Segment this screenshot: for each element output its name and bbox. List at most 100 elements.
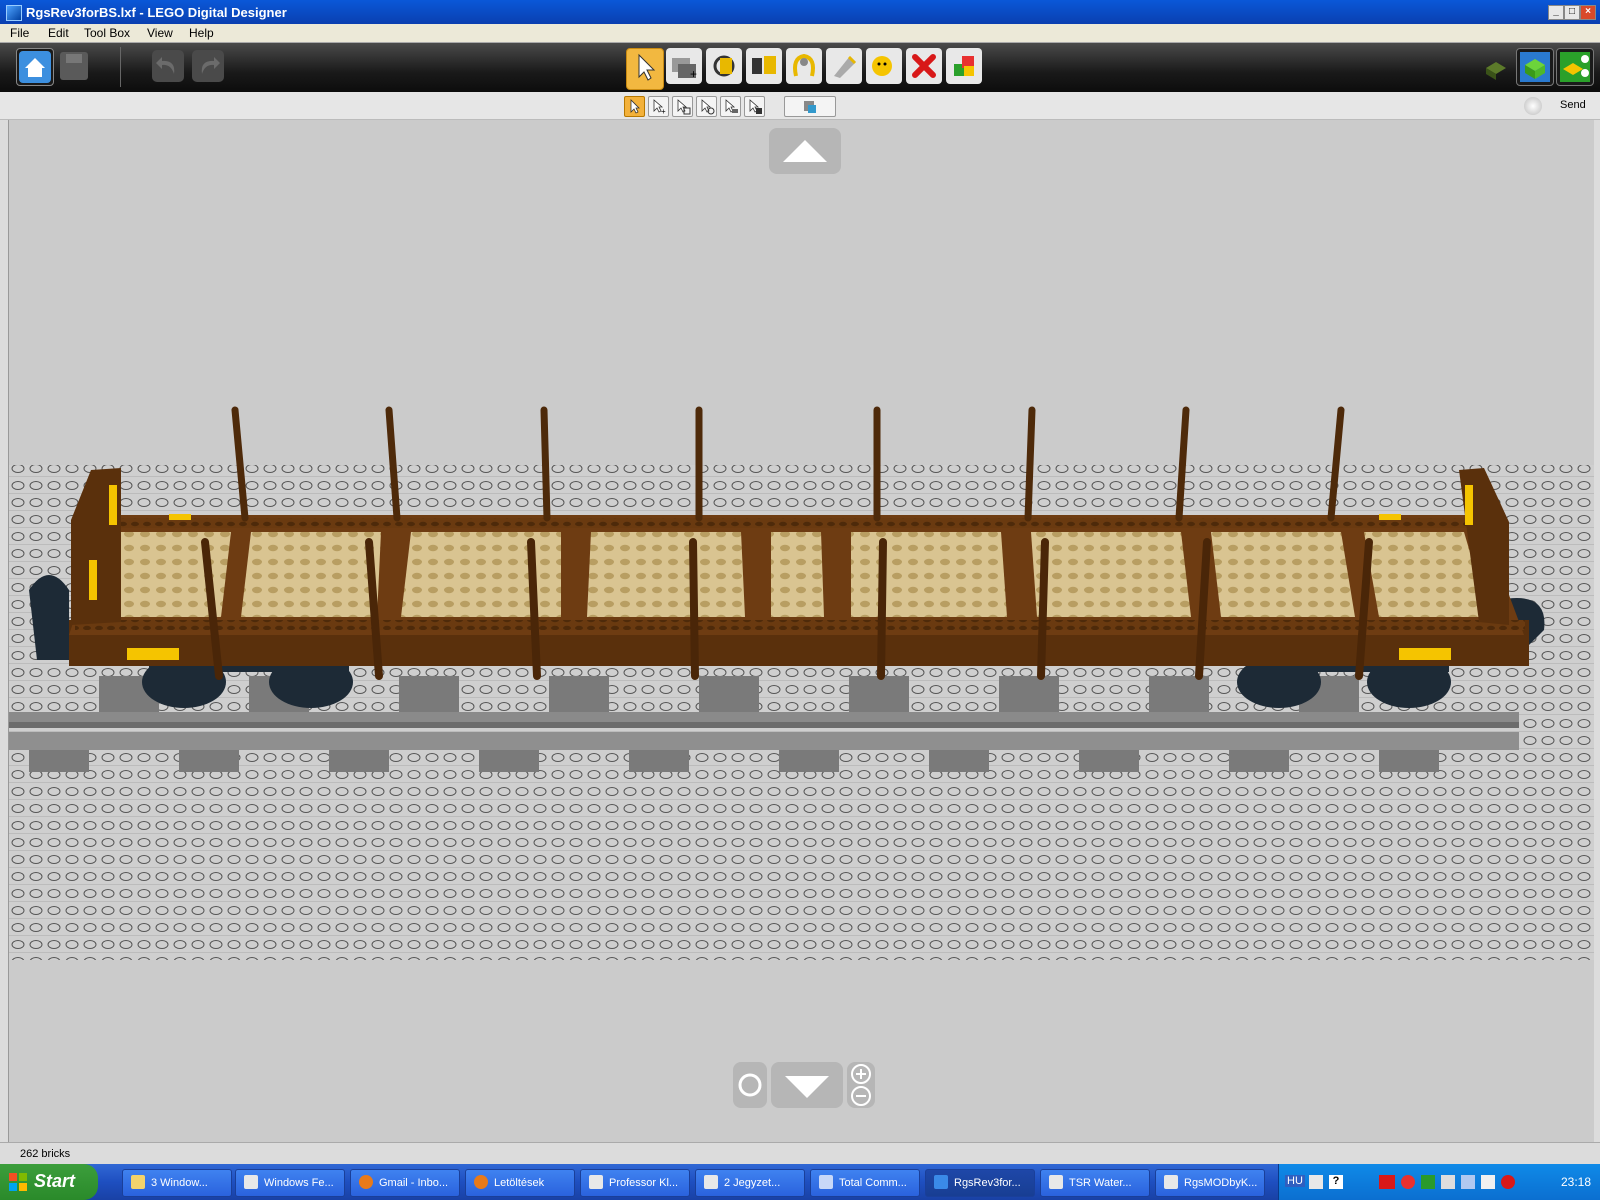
scene-canvas[interactable] [9, 120, 1595, 1142]
multi-select-button[interactable]: + [648, 96, 669, 117]
app-icon [6, 5, 22, 21]
status-bar: 262 bricks [0, 1142, 1600, 1165]
build-mode-button[interactable] [1478, 48, 1514, 84]
cursor-shape-icon [725, 99, 738, 113]
group-icon [804, 101, 816, 113]
disk-icon [819, 1175, 833, 1189]
menu-view[interactable]: View [147, 26, 173, 40]
globe-icon [1524, 97, 1542, 115]
3d-viewport[interactable] [8, 120, 1595, 1142]
rotate-icon [738, 1073, 762, 1097]
close-button[interactable]: × [1580, 5, 1596, 20]
decorate-tool-button[interactable] [866, 48, 902, 84]
undo-icon [152, 50, 184, 82]
view-mode-icon [1520, 52, 1550, 82]
window-icon [244, 1175, 258, 1189]
save-icon [60, 52, 88, 80]
deck-panels [99, 532, 1489, 617]
language-indicator[interactable]: HU [1285, 1175, 1305, 1187]
delete-tool-button[interactable] [906, 48, 942, 84]
right-panel-handle[interactable] [1594, 120, 1600, 1142]
menu-help[interactable]: Help [189, 26, 214, 40]
zoom-plus-minus-icon [851, 1064, 871, 1106]
brick-count: 262 bricks [20, 1148, 71, 1160]
paint-icon [834, 56, 856, 78]
title-bar: RgsRev3forBS.lxf - LEGO Digital Designer… [0, 0, 1600, 24]
clone-icon: + [672, 58, 697, 81]
task-professor[interactable]: Professor Kl... [580, 1169, 690, 1197]
paint-tool-button[interactable] [826, 48, 862, 84]
network-icon[interactable] [1421, 1175, 1435, 1189]
clock: 23:18 [1560, 1175, 1591, 1189]
task-total-commander[interactable]: Total Comm... [810, 1169, 920, 1197]
task-windows-fe[interactable]: Windows Fe... [235, 1169, 345, 1197]
clone-tool-button[interactable]: + [666, 48, 702, 84]
invert-select-button[interactable] [744, 96, 765, 117]
firefox-icon [359, 1175, 373, 1189]
menu-file[interactable]: File [10, 26, 29, 40]
redo-icon [192, 50, 224, 82]
document-icon [1164, 1175, 1178, 1189]
task-jegyzet[interactable]: 2 Jegyzet... [695, 1169, 805, 1197]
start-button[interactable]: Start [0, 1164, 98, 1200]
task-downloads[interactable]: Letöltések [465, 1169, 575, 1197]
task-gmail[interactable]: Gmail - Inbo... [350, 1169, 460, 1197]
update-icon[interactable] [1501, 1175, 1515, 1189]
delete-icon [912, 54, 936, 78]
keyboard-icon[interactable] [1309, 1175, 1323, 1189]
volume-icon[interactable] [1481, 1175, 1495, 1189]
ati-icon[interactable] [1379, 1175, 1395, 1189]
hinge-align-tool-button[interactable] [746, 48, 782, 84]
task-tsr-water[interactable]: TSR Water... [1040, 1169, 1150, 1197]
cursor-grid-icon [677, 99, 691, 115]
hinge-align-icon [752, 56, 776, 74]
cursor-plus-icon: + [653, 99, 666, 116]
home-button[interactable] [16, 48, 54, 86]
maximize-button[interactable]: □ [1564, 5, 1580, 20]
flex-tool-button[interactable] [786, 48, 822, 84]
group-button[interactable] [784, 96, 836, 117]
task-explorer[interactable]: 3 Window... [122, 1169, 232, 1197]
windows-logo-icon [9, 1173, 27, 1191]
system-tray: HU ? 23:18 [1278, 1164, 1600, 1200]
undo-button[interactable] [150, 48, 186, 84]
hinge-tool-button[interactable] [706, 48, 742, 84]
select-arrow-icon [638, 53, 656, 81]
select-tool-button[interactable] [626, 48, 664, 90]
view-mode-button[interactable] [1516, 48, 1554, 86]
connected-select-button[interactable] [672, 96, 693, 117]
display-icon[interactable] [1441, 1175, 1455, 1189]
same-colour-select-button[interactable] [696, 96, 717, 117]
same-shape-select-button[interactable] [720, 96, 741, 117]
building-guide-icon [1560, 52, 1590, 82]
folder-icon [131, 1175, 145, 1189]
send-button[interactable]: Send [1560, 99, 1586, 111]
menu-edit[interactable]: Edit [48, 26, 69, 40]
camera-down-button[interactable] [771, 1062, 843, 1108]
zoom-controls[interactable] [847, 1062, 875, 1108]
firefox-icon [474, 1175, 488, 1189]
camera-up-button[interactable] [769, 128, 841, 174]
antivirus-icon[interactable] [1401, 1175, 1415, 1189]
rotate-camera-button[interactable] [733, 1062, 767, 1108]
task-lego-designer[interactable]: RgsRev3for... [925, 1169, 1035, 1197]
minimize-button[interactable]: _ [1548, 5, 1564, 20]
arrow-up-icon [783, 140, 827, 162]
task-rgsmod[interactable]: RgsMODbyK... [1155, 1169, 1265, 1197]
left-panel-handle[interactable] [0, 120, 9, 1142]
arrow-down-icon [785, 1076, 829, 1098]
single-select-button[interactable] [624, 96, 645, 117]
save-button[interactable] [56, 48, 92, 84]
flat-wagon-model[interactable] [29, 406, 1545, 708]
colour-picker-button[interactable] [946, 48, 982, 84]
menu-toolbox[interactable]: Tool Box [84, 26, 130, 40]
sub-toolbar: + Send [0, 92, 1600, 120]
document-icon [589, 1175, 603, 1189]
svg-text:+: + [690, 67, 697, 81]
help-icon[interactable]: ? [1329, 1175, 1343, 1189]
image-icon [1049, 1175, 1063, 1189]
building-guide-button[interactable] [1556, 48, 1594, 86]
redo-button[interactable] [190, 48, 226, 84]
colour-picker-icon [954, 56, 974, 76]
connection-icon[interactable] [1461, 1175, 1475, 1189]
